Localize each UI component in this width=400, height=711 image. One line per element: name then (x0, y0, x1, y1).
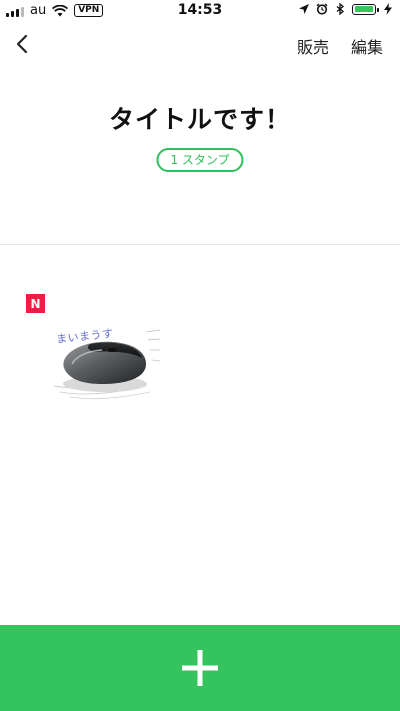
bluetooth-icon (336, 3, 345, 15)
status-bar: au VPN 14:53 (0, 0, 400, 22)
edit-button[interactable]: 編集 (351, 34, 383, 58)
alarm-clock-icon (316, 3, 328, 15)
add-sticker-button[interactable] (0, 625, 400, 711)
sticker-item[interactable]: N まいまうす (26, 294, 162, 406)
nav-bar: 販売 編集 (0, 22, 400, 68)
screen: au VPN 14:53 販売 編集 タイトルです！ 1 スタンプ N まいまう… (0, 0, 400, 711)
charging-bolt-icon (384, 3, 392, 15)
sticker-count-badge: 1 スタンプ (156, 148, 244, 172)
battery-icon (352, 3, 379, 15)
pack-title: タイトルです！ (108, 105, 291, 134)
divider (0, 244, 400, 245)
sell-button[interactable]: 販売 (297, 34, 329, 58)
back-button[interactable] (6, 28, 38, 60)
plus-icon (182, 650, 218, 686)
location-arrow-icon (299, 4, 309, 14)
new-badge: N (26, 294, 45, 313)
chevron-left-icon (16, 34, 28, 54)
status-right (298, 3, 394, 15)
nav-actions: 販売 編集 (297, 34, 383, 58)
